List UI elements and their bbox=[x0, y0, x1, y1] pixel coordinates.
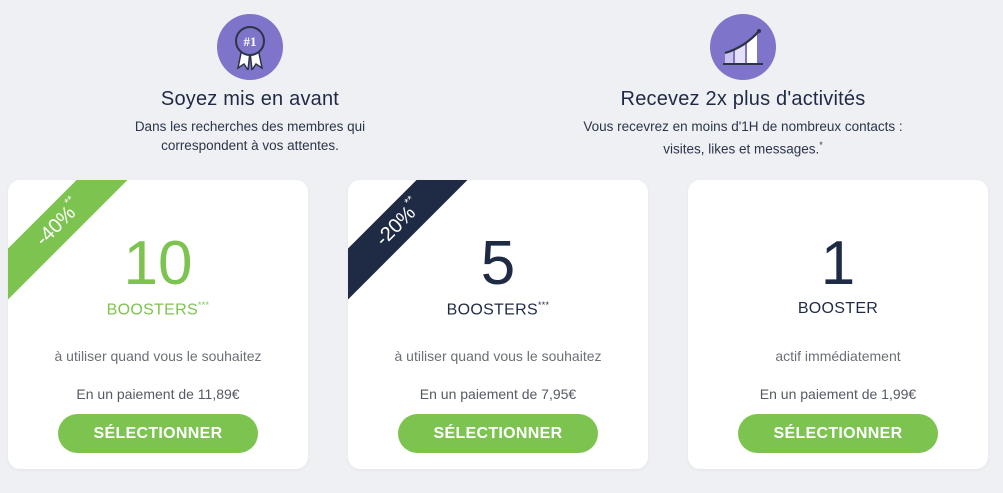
booster-unit-label: BOOSTERS bbox=[106, 301, 198, 319]
booster-unit-label: BOOSTER bbox=[797, 300, 879, 317]
booster-unit-label: BOOSTERS bbox=[446, 301, 538, 319]
feature-description-line-2: correspondent à vos attentes. bbox=[161, 138, 339, 153]
feature-description-line-2: visites, likes et messages. bbox=[663, 141, 820, 157]
award-ribbon-icon: #1 bbox=[217, 14, 283, 80]
offer-description: à utiliser quand vous le souhaitez bbox=[54, 348, 262, 364]
offer-price: En un paiement de 1,99€ bbox=[759, 386, 917, 402]
offer-card-5-boosters: -20%** 5 BOOSTERS*** à utiliser quand vo… bbox=[348, 180, 648, 469]
booster-count: 5 bbox=[480, 229, 516, 298]
offer-description: actif immédiatement bbox=[775, 348, 901, 364]
booster-unit: BOOSTER bbox=[688, 300, 988, 318]
booster-count: 10 bbox=[123, 229, 193, 298]
feature-title: Recevez 2x plus d'activités bbox=[620, 88, 866, 110]
offer-card-1-booster: 1 BOOSTER actif immédiatement En un paie… bbox=[688, 180, 988, 469]
select-button[interactable]: SÉLECTIONNER bbox=[738, 414, 938, 453]
feature-description-line-1: Dans les recherches des membres qui bbox=[134, 119, 366, 134]
feature-description: Vous recevrez en moins d'1H de nombreux … bbox=[533, 117, 953, 159]
offer-description: à utiliser quand vous le souhaitez bbox=[394, 348, 602, 364]
feature-activity: Recevez 2x plus d'activités Vous recevre… bbox=[533, 14, 953, 159]
booster-unit: BOOSTERS*** bbox=[8, 300, 308, 319]
offer-price: En un paiement de 7,95€ bbox=[419, 386, 577, 402]
feature-title: Soyez mis en avant bbox=[160, 88, 340, 110]
growth-chart-icon bbox=[710, 14, 776, 80]
select-button[interactable]: SÉLECTIONNER bbox=[398, 414, 598, 453]
booster-unit-mark: *** bbox=[197, 300, 210, 310]
offer-price: En un paiement de 11,89€ bbox=[76, 386, 240, 402]
offer-card-10-boosters: -40%** 10 BOOSTERS*** à utiliser quand v… bbox=[8, 180, 308, 469]
booster-unit: BOOSTERS*** bbox=[348, 300, 648, 319]
footnote-mark: * bbox=[819, 140, 823, 150]
booster-unit-mark: *** bbox=[537, 300, 550, 310]
feature-description-line-1: Vous recevrez en moins d'1H de nombreux … bbox=[583, 119, 903, 134]
award-rank-text: #1 bbox=[244, 34, 257, 49]
feature-highlight: #1 Soyez mis en avant Dans les recherche… bbox=[40, 14, 460, 155]
booster-count: 1 bbox=[820, 229, 856, 298]
feature-description: Dans les recherches des membres qui corr… bbox=[40, 117, 460, 155]
select-button[interactable]: SÉLECTIONNER bbox=[58, 414, 258, 453]
